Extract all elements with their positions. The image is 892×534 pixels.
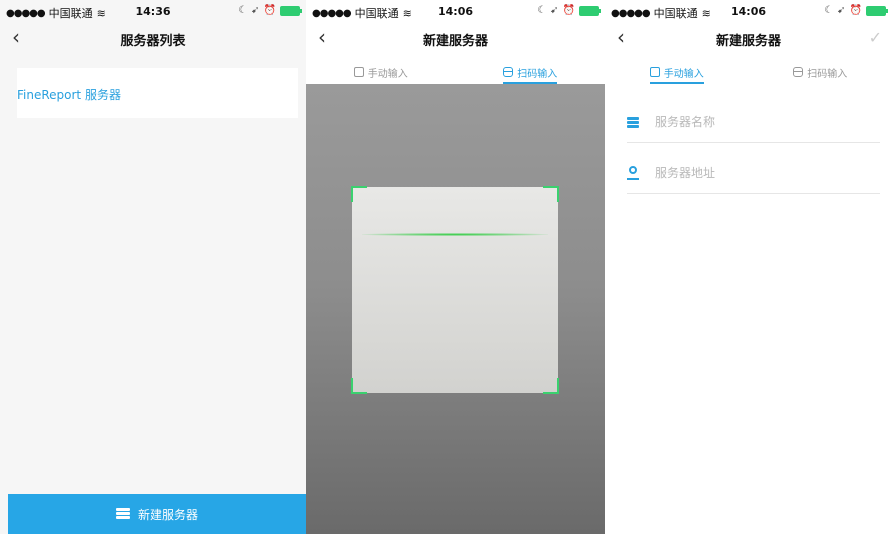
- tab-manual-input[interactable]: 手动输入: [306, 60, 456, 84]
- frame-corner: [351, 378, 367, 394]
- page-title: 新建服务器: [715, 34, 781, 49]
- status-bar: ●●●●● 中国联通 ≋ 14:06 ☾ ➹ ⏰: [306, 0, 605, 22]
- location-arrow-icon: ➹: [550, 5, 559, 16]
- nav-bar: ‹ 新建服务器 ✓: [605, 22, 892, 56]
- input-mode-tabs: 手动输入 扫码输入: [306, 60, 605, 84]
- server-icon: [115, 508, 130, 520]
- scan-line: [362, 233, 548, 236]
- check-icon[interactable]: ✓: [869, 28, 882, 47]
- tab-manual-label: 手动输入: [663, 68, 704, 80]
- scan-icon: [793, 67, 804, 77]
- server-icon: [627, 116, 639, 128]
- tab-scan-input[interactable]: 扫码输入: [456, 60, 606, 84]
- nav-bar: ‹ 服务器列表: [0, 22, 306, 56]
- screens-container: ●●●●● 中国联通 ≋ 14:36 ☾ ➹ ⏰ ‹ 服务器列表 FineRep…: [0, 0, 892, 534]
- alarm-icon: ⏰: [263, 5, 276, 16]
- server-item-label: FineReport 服务器: [17, 88, 121, 102]
- nav-bar: ‹ 新建服务器: [306, 22, 605, 56]
- server-name-field: [627, 102, 880, 143]
- camera-preview: [306, 84, 605, 534]
- frame-corner: [543, 186, 559, 202]
- server-list-item[interactable]: FineReport 服务器: [17, 68, 298, 118]
- scan-icon: [503, 67, 514, 77]
- tab-scan-label: 扫码输入: [807, 68, 848, 80]
- status-right: ☾ ➹ ⏰: [824, 5, 888, 16]
- page-title: 服务器列表: [120, 34, 186, 49]
- alarm-icon: ⏰: [562, 5, 575, 16]
- server-address-field: [627, 153, 880, 194]
- battery-icon: [579, 5, 601, 16]
- manual-input-screen: ●●●●● 中国联通 ≋ 14:06 ☾ ➹ ⏰ ‹ 新建服务器 ✓ 手动输入: [605, 0, 892, 534]
- tab-manual-label: 手动输入: [367, 68, 408, 80]
- scan-input-screen: ●●●●● 中国联通 ≋ 14:06 ☾ ➹ ⏰ ‹ 新建服务器 手动输入 扫码…: [306, 0, 605, 534]
- status-right: ☾ ➹ ⏰: [537, 5, 601, 16]
- server-list-screen: ●●●●● 中国联通 ≋ 14:36 ☾ ➹ ⏰ ‹ 服务器列表 FineRep…: [0, 0, 306, 534]
- page-title: 新建服务器: [422, 34, 488, 49]
- server-name-input[interactable]: [653, 114, 837, 130]
- scan-frame: [351, 186, 559, 394]
- moon-icon: ☾: [238, 5, 248, 16]
- alarm-icon: ⏰: [849, 5, 862, 16]
- status-bar: ●●●●● 中国联通 ≋ 14:06 ☾ ➹ ⏰: [605, 0, 892, 22]
- moon-icon: ☾: [824, 5, 834, 16]
- status-right: ☾ ➹ ⏰: [238, 5, 302, 16]
- battery-icon: [866, 5, 888, 16]
- edit-icon: [353, 67, 364, 77]
- status-bar: ●●●●● 中国联通 ≋ 14:36 ☾ ➹ ⏰: [0, 0, 306, 22]
- tab-scan-label: 扫码输入: [517, 68, 558, 80]
- tab-manual-input[interactable]: 手动输入: [605, 60, 749, 84]
- edit-icon: [649, 67, 660, 77]
- location-icon: [627, 166, 639, 180]
- frame-corner: [543, 378, 559, 394]
- location-arrow-icon: ➹: [837, 5, 846, 16]
- battery-icon: [280, 5, 302, 16]
- server-address-input[interactable]: [653, 165, 837, 181]
- frame-corner: [351, 186, 367, 202]
- tab-scan-input[interactable]: 扫码输入: [749, 60, 892, 84]
- add-server-label: 新建服务器: [137, 507, 198, 522]
- location-arrow-icon: ➹: [251, 5, 260, 16]
- input-mode-tabs: 手动输入 扫码输入: [605, 60, 892, 84]
- add-server-button[interactable]: 新建服务器: [8, 494, 306, 534]
- moon-icon: ☾: [537, 5, 547, 16]
